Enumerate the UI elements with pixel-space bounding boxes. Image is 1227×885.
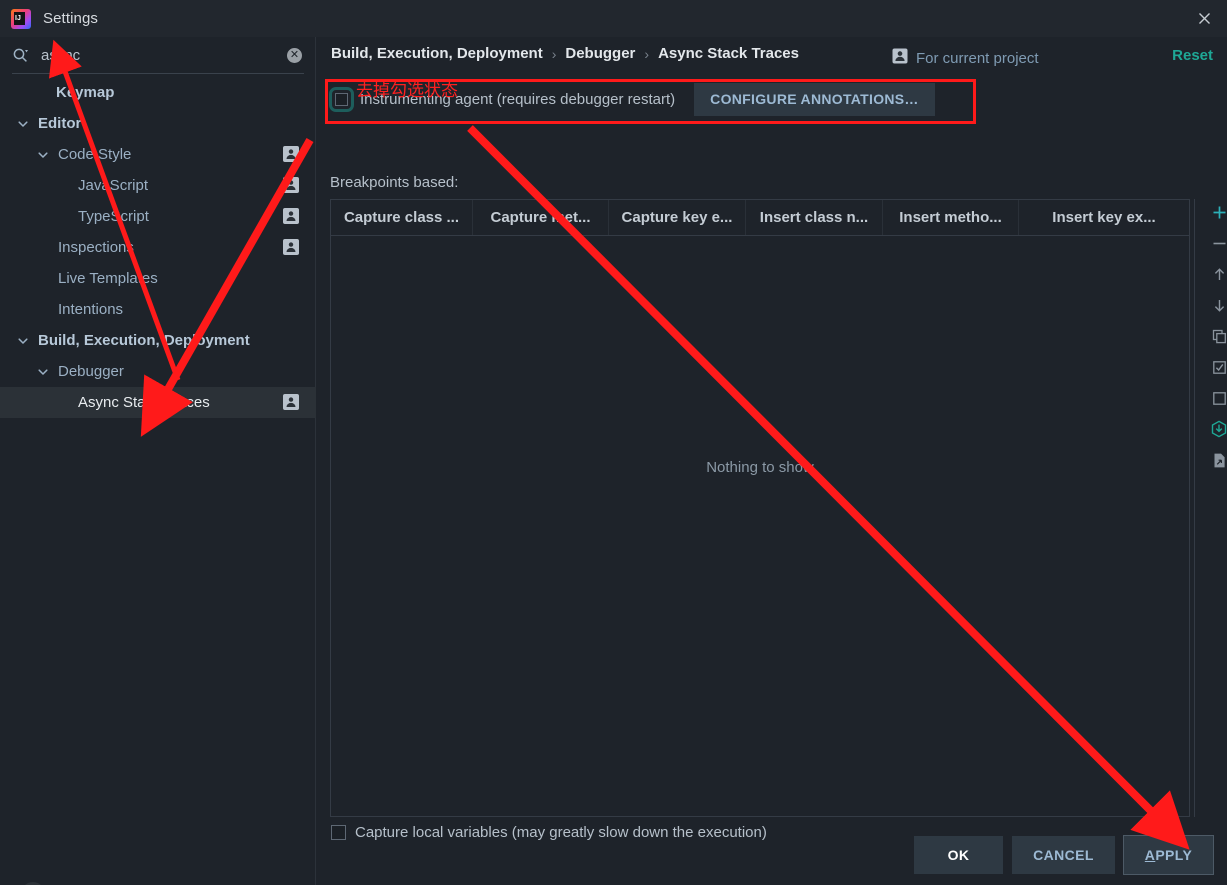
user-project-icon: [892, 48, 908, 68]
ok-button[interactable]: OK: [914, 836, 1003, 874]
sidebar-item-code-style[interactable]: Code Style: [0, 139, 316, 170]
intellij-idea-logo-icon: IJ: [11, 8, 31, 29]
duplicate-button[interactable]: [1204, 323, 1227, 354]
search-row: ✕: [0, 37, 316, 74]
export-button[interactable]: [1204, 447, 1227, 478]
import-button[interactable]: [1204, 416, 1227, 447]
cancel-button[interactable]: CANCEL: [1012, 836, 1115, 874]
sidebar-item-label: Debugger: [58, 363, 124, 380]
reset-link[interactable]: Reset: [1172, 47, 1213, 64]
scope-indicator: For current project: [892, 48, 1039, 68]
checkbox-checked-icon: [1211, 359, 1227, 381]
move-down-button[interactable]: [1204, 292, 1227, 323]
project-scope-icon: [283, 394, 299, 410]
settings-content-panel: Build, Execution, Deployment › Debugger › As…: [317, 37, 1227, 885]
project-scope-icon: [283, 177, 299, 193]
breadcrumb-item-0[interactable]: Build, Execution, Deployment: [331, 45, 543, 62]
breadcrumb-item-1[interactable]: Debugger: [565, 45, 635, 62]
capture-local-variables-checkbox[interactable]: [331, 825, 346, 840]
plus-icon: [1211, 204, 1227, 226]
table-body: Nothing to show: [331, 236, 1189, 817]
sidebar-item-keymap[interactable]: Keymap: [0, 77, 316, 108]
arrow-down-icon: [1211, 297, 1227, 319]
sidebar-item-build-execution-deployment[interactable]: Build, Execution, Deployment: [0, 325, 316, 356]
uncheck-all-button[interactable]: [1204, 385, 1227, 416]
sidebar-item-label: Inspections: [58, 239, 134, 256]
table-column-header-0[interactable]: Capture class ...: [331, 200, 473, 235]
table-toolbar: [1202, 199, 1227, 478]
dialog-button-row: OK CANCEL A PPLY: [914, 835, 1214, 875]
sidebar-item-debugger[interactable]: Debugger: [0, 356, 316, 387]
sidebar-item-async-stack-traces[interactable]: Async Stack Traces: [0, 387, 316, 418]
minus-icon: [1211, 235, 1227, 257]
chevron-down-icon[interactable]: [36, 148, 50, 162]
sidebar-item-editor[interactable]: Editor: [0, 108, 316, 139]
sidebar-item-label: TypeScript: [78, 208, 149, 225]
sidebar-item-label: Code Style: [58, 146, 132, 163]
table-column-header-3[interactable]: Insert class n...: [746, 200, 883, 235]
breadcrumb-separator: ›: [644, 45, 650, 62]
sidebar-item-live-templates[interactable]: Live Templates: [0, 263, 316, 294]
sidebar-item-intentions[interactable]: Intentions: [0, 294, 316, 325]
instrumenting-agent-row: Instrumenting agent (requires debugger r…: [329, 80, 935, 118]
sidebar-item-label: Async Stack Traces: [78, 394, 210, 411]
table-column-header-2[interactable]: Capture key e...: [609, 200, 746, 235]
copy-icon: [1211, 328, 1227, 350]
breadcrumb: Build, Execution, Deployment › Debugger › As…: [331, 45, 799, 62]
add-button[interactable]: [1204, 199, 1227, 230]
sidebar-item-label: Keymap: [56, 84, 115, 101]
sidebar-item-label: Editor: [38, 115, 82, 132]
project-scope-icon: [283, 239, 299, 255]
settings-sidebar: ✕ Keymap Editor Code Style JavaScript TypeSc…: [0, 37, 316, 885]
settings-dialog: IJ Settings ✕ Keymap Editor Code Style Java…: [0, 0, 1227, 885]
table-column-header-5[interactable]: Insert key ex...: [1019, 200, 1189, 235]
search-icon: [12, 47, 29, 64]
configure-annotations-button[interactable]: CONFIGURE ANNOTATIONS…: [694, 82, 935, 116]
title-bar: IJ Settings: [0, 0, 1227, 37]
table-column-header-1[interactable]: Capture met...: [473, 200, 609, 235]
capture-local-variables-row: Capture local variables (may greatly slo…: [331, 824, 767, 841]
close-icon[interactable]: [1181, 0, 1227, 37]
sidebar-item-label: Build, Execution, Deployment: [38, 332, 250, 349]
chevron-down-icon[interactable]: [16, 117, 30, 131]
move-up-button[interactable]: [1204, 261, 1227, 292]
capture-points-table: Capture class ... Capture met... Capture k…: [330, 199, 1190, 817]
search-underline: [12, 73, 304, 74]
remove-button[interactable]: [1204, 230, 1227, 261]
check-all-button[interactable]: [1204, 354, 1227, 385]
sidebar-item-label: Live Templates: [58, 270, 158, 287]
checkbox-empty-icon: [1211, 390, 1227, 412]
breakpoints-based-label: Breakpoints based:: [330, 174, 459, 191]
breadcrumb-item-2: Async Stack Traces: [658, 45, 799, 62]
chevron-down-icon[interactable]: [16, 334, 30, 348]
sidebar-item-inspections[interactable]: Inspections: [0, 232, 316, 263]
export-file-icon: [1211, 452, 1227, 474]
sidebar-item-typescript[interactable]: TypeScript: [0, 201, 316, 232]
arrow-up-icon: [1211, 266, 1227, 288]
empty-state-text: Nothing to show: [706, 459, 814, 476]
instrumenting-agent-label: Instrumenting agent (requires debugger r…: [360, 90, 676, 108]
table-column-header-4[interactable]: Insert metho...: [883, 200, 1019, 235]
project-scope-icon: [283, 208, 299, 224]
import-hexagon-icon: [1210, 420, 1227, 443]
window-title: Settings: [43, 10, 98, 27]
checkbox-box: [335, 92, 348, 106]
sidebar-item-label: Intentions: [58, 301, 124, 318]
search-input[interactable]: [41, 47, 266, 64]
breadcrumb-separator: ›: [551, 45, 557, 62]
table-header-row: Capture class ... Capture met... Capture k…: [331, 200, 1189, 236]
table-toolbar-divider: [1194, 199, 1195, 817]
sidebar-item-javascript[interactable]: JavaScript: [0, 170, 316, 201]
instrumenting-agent-checkbox[interactable]: [329, 86, 354, 112]
project-scope-icon: [283, 146, 299, 162]
settings-tree: Keymap Editor Code Style JavaScript TypeScri…: [0, 77, 316, 418]
chevron-down-icon[interactable]: [36, 365, 50, 379]
sidebar-item-label: JavaScript: [78, 177, 149, 194]
scope-label: For current project: [916, 49, 1039, 67]
clear-icon[interactable]: ✕: [287, 48, 302, 63]
apply-button[interactable]: A PPLY: [1123, 835, 1214, 875]
capture-local-variables-label: Capture local variables (may greatly slo…: [355, 824, 767, 841]
